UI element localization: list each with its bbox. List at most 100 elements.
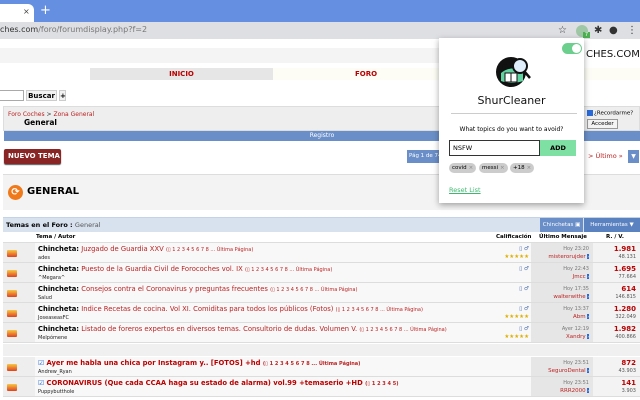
close-tab-icon[interactable]: × [23, 7, 30, 16]
pagination-dropdown[interactable]: ▼ [628, 150, 639, 163]
remove-tag-icon[interactable]: × [469, 165, 474, 171]
profile-icon[interactable]: ● [609, 25, 618, 36]
thread-title-link[interactable]: Puesto de la Guardia Civil de Forocoches… [81, 265, 243, 273]
table-row: Chincheta: Consejos contra el Coronaviru… [3, 283, 640, 303]
thread-title-link[interactable]: CORONAVIRUS (Que cada CCAA haga su estad… [46, 379, 362, 387]
thread-author[interactable]: Puppybutthole [38, 389, 74, 395]
tag-label: covid [452, 165, 467, 171]
rating-cell: ▯ ♂ [488, 283, 531, 302]
topic-cell: ☑ CORONAVIRUS (Que cada CCAA haga su est… [35, 377, 488, 396]
last-post-user[interactable]: RRR2000 › [560, 388, 589, 394]
topic-cell: Chincheta: Puesto de la Guardia Civil de… [35, 263, 488, 282]
thread-title-link[interactable]: Ayer me habla una chica por Instagram y.… [46, 359, 260, 367]
enable-toggle[interactable] [562, 43, 582, 54]
col-replies-views[interactable]: R. / V. [606, 234, 624, 240]
replies-count[interactable]: 872 [621, 359, 636, 367]
last-post-time: Hoy 23:51 [563, 380, 589, 386]
new-thread-button[interactable]: NUEVO TEMA [4, 149, 61, 164]
replies-views-cell: 1.982 400.866 [593, 323, 640, 342]
remove-tag-icon[interactable]: × [500, 165, 505, 171]
last-post-user[interactable]: misterorujder › [548, 254, 589, 260]
thread-status-icon [7, 290, 17, 297]
table-row: Chincheta: Indice Recetas de cocina. Vol… [3, 303, 640, 323]
tag-label: messi [482, 165, 499, 171]
last-post-cell: Hoy 13:37 Abm › [531, 303, 593, 322]
col-rating[interactable]: Calificación [496, 234, 531, 240]
breadcrumb-root[interactable]: Foro Coches [8, 111, 45, 118]
advanced-search-button[interactable]: + [59, 90, 66, 101]
replies-count[interactable]: 1.982 [614, 325, 636, 333]
page-links[interactable]: (▯ 1 2 3 4 5) [365, 381, 398, 387]
page-links[interactable]: (▯ 1 2 3 4 5 6 7 8 ... Última Página) [270, 287, 357, 293]
add-button[interactable]: ADD [540, 140, 576, 156]
last-post-user[interactable]: SeguroDental › [548, 368, 589, 374]
page-links[interactable]: (▯ 1 2 3 4 5 6 7 8 ... Última Página) [336, 307, 423, 313]
topic-cell: Chincheta: Indice Recetas de cocina. Vol… [35, 303, 488, 322]
url-host: ches.com [0, 25, 39, 34]
nav-inicio[interactable]: INICIO [90, 68, 273, 80]
rating-cell [488, 377, 531, 396]
bookmark-star-icon[interactable]: ☆ [558, 25, 567, 36]
thread-title-link[interactable]: Juzgado de Guardia XXV [81, 245, 164, 253]
pagination-next[interactable]: > Último » [588, 152, 623, 160]
last-post-user[interactable]: walterwithe › [553, 294, 589, 300]
site-logo[interactable]: CHES.COM [586, 49, 640, 60]
url-text[interactable]: ches.com/foro/forumdisplay.php?f=2 [0, 25, 147, 34]
replies-views-cell: 614 146.815 [593, 283, 640, 302]
login-button[interactable]: Acceder [587, 119, 618, 129]
search-button[interactable]: Buscar [26, 90, 57, 101]
browser-menu-icon[interactable]: ⋮ [627, 25, 637, 36]
status-cell [3, 263, 21, 282]
last-post-cell: Hoy 23:51 RRR2000 › [531, 377, 593, 396]
replies-count[interactable]: 1.695 [614, 265, 636, 273]
thread-title-link[interactable]: Consejos contra el Coronavirus y pregunt… [81, 285, 268, 293]
icon-cell [21, 303, 35, 322]
col-last-post[interactable]: Último Mensaje [539, 234, 587, 240]
divider [451, 113, 577, 114]
replies-views-cell: 1.695 77.664 [593, 263, 640, 282]
replies-count[interactable]: 1.981 [614, 245, 636, 253]
tag-label: +18 [513, 165, 525, 171]
thread-author[interactable]: ^Megara^ [38, 275, 65, 281]
remember-me-checkbox[interactable]: ¿Recordarme? [587, 110, 633, 117]
herramientas-button[interactable]: Herramientas ▼ [584, 218, 640, 232]
page-links[interactable]: (▯ 1 2 3 4 5 6 7 8 ... Última Página) [166, 247, 253, 253]
last-post-cell: Hoy 22:43 Jmcc › [531, 263, 593, 282]
thread-title-link[interactable]: Listado de foreros expertos en diversos … [81, 325, 357, 333]
column-headers: Tema / Autor Calificación Último Mensaje… [3, 232, 640, 243]
thread-author[interactable]: JoseaseasFC [38, 315, 69, 321]
thread-author[interactable]: Andrew_Ryan [38, 369, 72, 375]
reset-list-link[interactable]: Reset List [449, 186, 481, 194]
replies-count[interactable]: 614 [621, 285, 636, 293]
rating-stars: ★★★★★ [504, 334, 529, 340]
replies-views-cell: 141 3.903 [593, 377, 640, 396]
site-header-band [0, 48, 440, 63]
topic-tag: covid × [449, 163, 477, 173]
remove-tag-icon[interactable]: × [527, 165, 532, 171]
thread-author[interactable]: Melpómene [38, 335, 67, 341]
page-links[interactable]: (▯ 1 2 3 4 5 6 7 8 ... Última Página) [263, 361, 361, 367]
thread-author[interactable]: ades [38, 255, 50, 261]
extensions-puzzle-icon[interactable]: ✱ [594, 25, 602, 36]
thread-title-link[interactable]: Indice Recetas de cocina. Vol XI. Comidi… [81, 305, 333, 313]
page-links[interactable]: (▯ 1 2 3 4 5 6 7 8 ... Última Página) [359, 327, 446, 333]
new-tab-button[interactable]: + [40, 3, 51, 18]
last-post-user[interactable]: Jmcc › [573, 274, 589, 280]
chinchetas-button[interactable]: Chinchetas ▣ [540, 218, 583, 232]
last-post-time: Hoy 23:51 [563, 360, 589, 366]
replies-count[interactable]: 141 [621, 379, 636, 387]
col-topic[interactable]: Tema / Autor [36, 234, 75, 240]
refresh-icon: ⟳ [8, 185, 23, 200]
breadcrumb-parent[interactable]: Zona General [53, 111, 94, 118]
thread-author[interactable]: Salud [38, 295, 52, 301]
last-post-user[interactable]: Abm › [573, 314, 589, 320]
views-count: 3.903 [621, 388, 636, 394]
replies-count[interactable]: 1.280 [614, 305, 636, 313]
page-links[interactable]: (▯ 1 2 3 4 5 6 7 8 ... Última Página) [245, 267, 332, 273]
topic-input[interactable] [449, 140, 540, 156]
last-post-user[interactable]: Xandry › [566, 334, 589, 340]
search-input[interactable] [0, 90, 24, 101]
topic-tag: messi × [479, 163, 508, 173]
thread-status-icon [7, 330, 17, 337]
attachment-icon: ▯ ♂ [519, 266, 529, 272]
